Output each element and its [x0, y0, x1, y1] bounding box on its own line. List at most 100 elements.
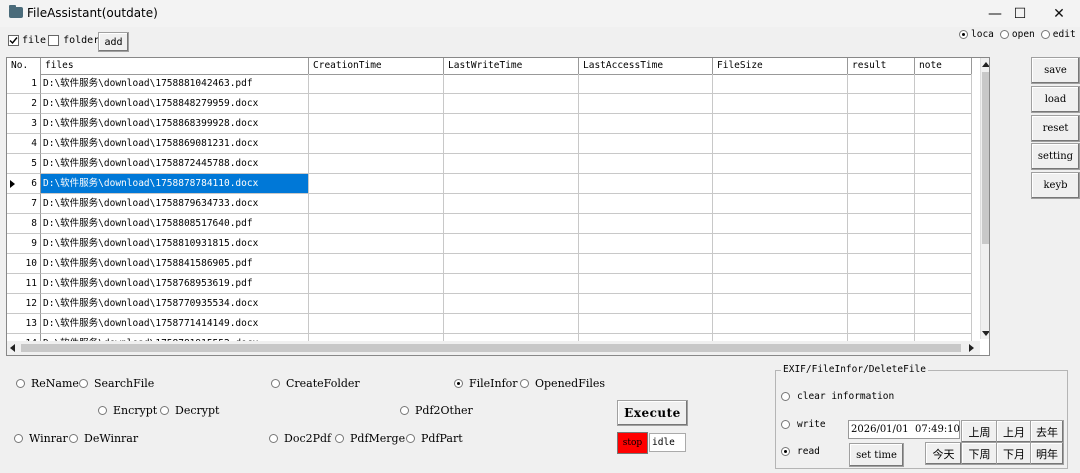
decrypt-radio[interactable] [160, 406, 169, 415]
op-doc2pdf[interactable]: Doc2Pdf [269, 432, 331, 445]
grid-cell[interactable] [444, 174, 579, 194]
grid-cell[interactable] [848, 314, 915, 334]
grid-cell[interactable] [848, 174, 915, 194]
row-number-cell[interactable]: 11 [7, 274, 41, 294]
grid-cell[interactable] [444, 314, 579, 334]
table-row[interactable]: 1 D:\软件服务\download\1758881042463.pdf [7, 74, 972, 94]
grid-cell[interactable] [848, 194, 915, 214]
grid-cell[interactable] [309, 114, 444, 134]
column-header-files[interactable]: files [41, 58, 309, 74]
grid-cell[interactable] [713, 74, 848, 94]
grid-cell[interactable] [309, 154, 444, 174]
grid-cell[interactable] [444, 74, 579, 94]
last-week-button[interactable]: 上周 [961, 420, 998, 443]
grid-cell[interactable] [579, 154, 713, 174]
file-path-cell[interactable]: D:\软件服务\download\1758848279959.docx [41, 94, 309, 114]
grid-cell[interactable] [309, 234, 444, 254]
grid-cell[interactable] [309, 74, 444, 94]
row-number-cell[interactable]: 5 [7, 154, 41, 174]
file-path-cell[interactable]: D:\软件服务\download\1758768953619.pdf [41, 274, 309, 294]
grid-cell[interactable] [915, 94, 972, 114]
vertical-scrollbar[interactable] [980, 58, 989, 339]
op-pdfmerge[interactable]: PdfMerge [335, 432, 405, 445]
column-header-result[interactable]: result [848, 58, 915, 74]
load-button[interactable]: load [1031, 86, 1080, 113]
column-header-no[interactable]: No. [7, 58, 41, 74]
file-path-cell[interactable]: D:\软件服务\download\1758881042463.pdf [41, 74, 309, 94]
grid-cell[interactable] [579, 314, 713, 334]
row-number-cell[interactable]: 3 [7, 114, 41, 134]
doc2pdf-radio[interactable] [269, 434, 278, 443]
grid-cell[interactable] [579, 134, 713, 154]
grid-cell[interactable] [713, 194, 848, 214]
grid-cell[interactable] [444, 134, 579, 154]
table-row[interactable]: 8 D:\软件服务\download\1758808517640.pdf [7, 214, 972, 234]
grid-cell[interactable] [713, 274, 848, 294]
setting-button[interactable]: setting [1031, 143, 1080, 170]
grid-cell[interactable] [713, 234, 848, 254]
grid-cell[interactable] [848, 94, 915, 114]
pdf2other-radio[interactable] [400, 406, 409, 415]
grid-cell[interactable] [444, 274, 579, 294]
file-path-cell[interactable]: D:\软件服务\download\1758868399928.docx [41, 114, 309, 134]
keyb-button[interactable]: keyb [1031, 172, 1080, 199]
write-radio[interactable] [781, 420, 790, 429]
grid-cell[interactable] [848, 134, 915, 154]
grid-cell[interactable] [444, 234, 579, 254]
grid-cell[interactable] [444, 94, 579, 114]
vertical-scroll-thumb[interactable] [982, 72, 989, 244]
file-path-cell[interactable]: D:\软件服务\download\1758872445788.docx [41, 154, 309, 174]
grid-cell[interactable] [848, 294, 915, 314]
grid-cell[interactable] [444, 214, 579, 234]
file-path-cell[interactable]: D:\软件服务\download\1758869081231.docx [41, 134, 309, 154]
file-path-cell[interactable]: D:\软件服务\download\1758770935534.docx [41, 294, 309, 314]
op-winrar[interactable]: Winrar [14, 432, 68, 445]
grid-cell[interactable] [915, 234, 972, 254]
grid-cell[interactable] [848, 74, 915, 94]
grid-cell[interactable] [579, 274, 713, 294]
file-path-cell[interactable]: D:\软件服务\download\1758841586905.pdf [41, 254, 309, 274]
datetime-input[interactable]: 2026/01/01 07:49:10 [848, 420, 960, 439]
table-row[interactable]: 9 D:\软件服务\download\1758810931815.docx [7, 234, 972, 254]
pdfmerge-radio[interactable] [335, 434, 344, 443]
file-path-cell[interactable]: D:\软件服务\download\1758878784110.docx [41, 174, 309, 194]
op-pdf2other[interactable]: Pdf2Other [400, 404, 473, 417]
grid-cell[interactable] [579, 194, 713, 214]
file-path-cell[interactable]: D:\软件服务\download\1758879634733.docx [41, 194, 309, 214]
grid-cell[interactable] [848, 114, 915, 134]
column-header-creationtime[interactable]: CreationTime [309, 58, 444, 74]
table-row[interactable]: 11 D:\软件服务\download\1758768953619.pdf [7, 274, 972, 294]
stop-button[interactable]: stop [617, 432, 648, 454]
row-number-cell[interactable]: 4 [7, 134, 41, 154]
op-searchfile[interactable]: SearchFile [79, 377, 154, 390]
grid-cell[interactable] [309, 314, 444, 334]
openedfiles-radio[interactable] [520, 379, 529, 388]
mode-open-radio[interactable] [999, 30, 1009, 39]
grid-cell[interactable] [579, 94, 713, 114]
grid-cell[interactable] [309, 174, 444, 194]
row-number-cell[interactable]: 10 [7, 254, 41, 274]
searchfile-radio[interactable] [79, 379, 88, 388]
next-week-button[interactable]: 下周 [961, 442, 998, 465]
grid-cell[interactable] [309, 254, 444, 274]
row-number-cell[interactable]: 13 [7, 314, 41, 334]
grid-cell[interactable] [848, 234, 915, 254]
grid-cell[interactable] [915, 254, 972, 274]
grid-cell[interactable] [915, 274, 972, 294]
dewinrar-radio[interactable] [69, 434, 78, 443]
column-header-lastaccesstime[interactable]: LastAccessTime [579, 58, 713, 74]
grid-cell[interactable] [579, 214, 713, 234]
grid-cell[interactable] [444, 114, 579, 134]
grid-cell[interactable] [915, 174, 972, 194]
grid-cell[interactable] [309, 134, 444, 154]
grid-cell[interactable] [713, 254, 848, 274]
winrar-radio[interactable] [14, 434, 23, 443]
grid-cell[interactable] [444, 194, 579, 214]
file-path-cell[interactable]: D:\软件服务\download\1758810931815.docx [41, 234, 309, 254]
last-month-button[interactable]: 上月 [996, 420, 1032, 443]
column-header-lastwritetime[interactable]: LastWriteTime [444, 58, 579, 74]
mode-edit-radio[interactable] [1040, 30, 1050, 39]
grid-cell[interactable] [309, 94, 444, 114]
grid-cell[interactable] [713, 154, 848, 174]
grid-cell[interactable] [309, 294, 444, 314]
